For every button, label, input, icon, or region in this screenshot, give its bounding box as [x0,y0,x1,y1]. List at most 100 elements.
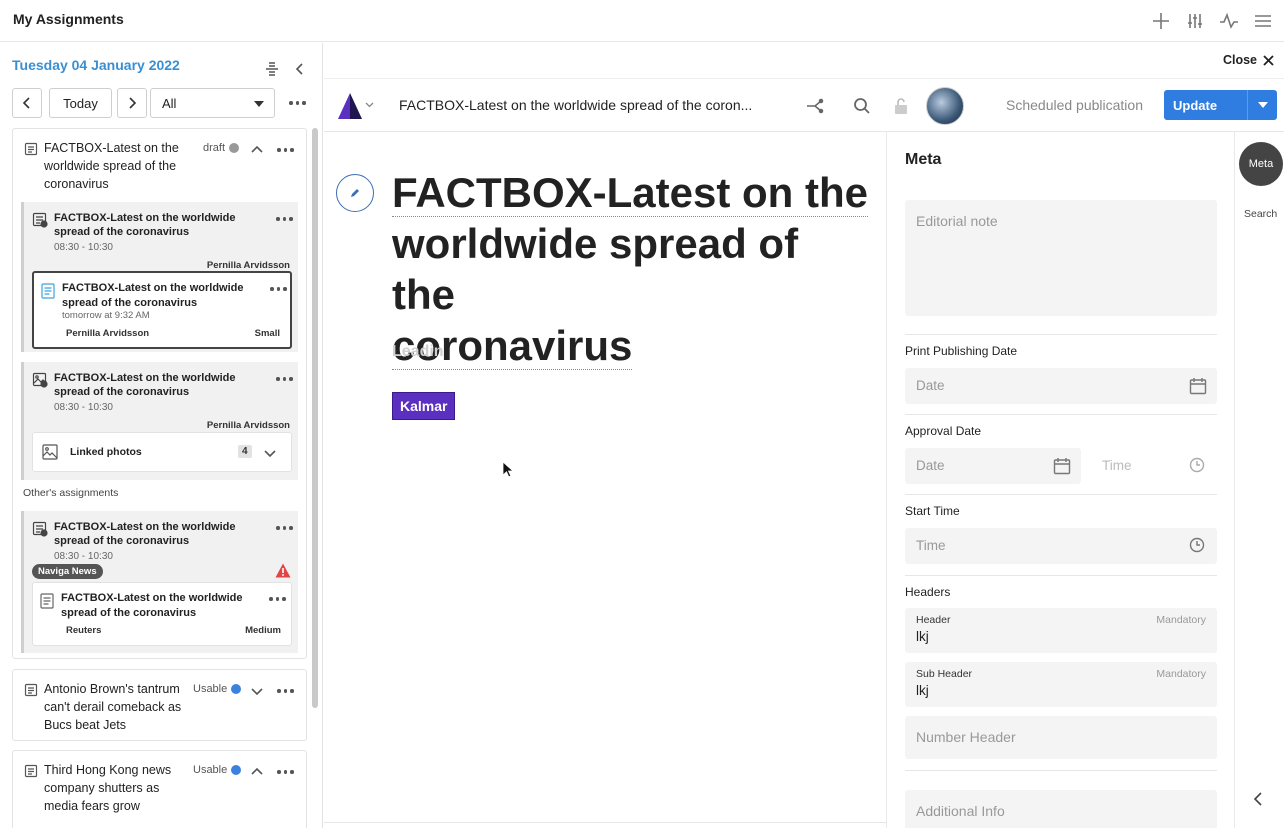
article-more-icon[interactable] [270,287,287,291]
close-button[interactable]: Close [1223,53,1274,67]
search-tab[interactable]: Search [1244,208,1277,220]
approval-date-input[interactable]: Date [905,448,1081,484]
article-more-icon[interactable] [269,597,286,601]
sub-header-field-label: Sub Header [916,668,973,680]
assignment-card[interactable]: FACTBOX-Latest on the worldwide spread o… [21,362,298,480]
share-icon[interactable] [806,97,824,115]
headline-input[interactable]: FACTBOX-Latest on the worldwide spread o… [392,167,872,371]
article-size: Medium [245,625,281,636]
card-time: 08:30 - 10:30 [54,551,113,562]
user-avatar[interactable] [926,87,964,125]
sub-header-input[interactable]: Sub Header Mandatory lkj [905,662,1217,707]
clock-icon[interactable] [1189,537,1207,555]
status-dot [231,765,242,775]
caret-down-icon [254,101,264,107]
chevron-up-icon[interactable] [251,143,263,155]
leadin-input[interactable]: Leadin [392,343,444,361]
location-tag[interactable]: Kalmar [392,392,456,420]
article-time: tomorrow at 9:32 AM [62,310,150,321]
more-options-icon[interactable] [289,101,306,105]
app-header: My Assignments [0,0,1284,42]
card-more-icon[interactable] [276,377,293,381]
pencil-icon [351,189,359,197]
sub-header-value: lkj [916,683,929,698]
additional-info-input[interactable]: Additional Info [905,790,1217,828]
divider [905,494,1217,495]
prev-day-button[interactable] [12,88,42,118]
update-button[interactable]: Update [1164,90,1277,120]
card-time: 08:30 - 10:30 [54,242,113,253]
filter-value: All [162,95,177,111]
article-size: Small [254,328,280,339]
sliders-icon[interactable] [1184,10,1206,32]
number-header-input[interactable]: Number Header [905,716,1217,759]
divider [324,822,886,823]
assignment-group[interactable]: Antonio Brown's tantrum can't derail com… [12,669,307,741]
approval-time-input[interactable]: Time [1091,448,1217,484]
filter-select[interactable]: All [150,88,275,118]
caret-down-icon [1257,102,1268,108]
status-dot [231,684,242,694]
calendar-icon[interactable] [1053,457,1071,475]
source-badge: Naviga News [32,564,103,579]
chevron-up-icon[interactable] [251,765,263,777]
chevron-left-icon[interactable] [1253,792,1263,811]
lock-open-icon[interactable] [893,97,911,115]
article-body: FACTBOX-Latest on the worldwide spread o… [324,132,886,822]
app-title: My Assignments [13,11,124,27]
linked-photos-label: Linked photos [70,446,142,458]
article-source: Reuters [66,625,102,636]
assignment-group[interactable]: FACTBOX-Latest on the worldwide spread o… [12,128,307,659]
chevron-right-icon [129,97,137,109]
chevron-down-icon[interactable] [264,446,276,464]
article-card[interactable]: FACTBOX-Latest on the worldwide spread o… [32,582,292,646]
update-options-button[interactable] [1247,90,1277,120]
article-card-active[interactable]: FACTBOX-Latest on the worldwide spread o… [32,271,292,349]
status-badge: draft [203,142,240,154]
card-more-icon[interactable] [276,217,293,221]
next-day-button[interactable] [117,88,147,118]
other-assignment-card[interactable]: FACTBOX-Latest on the worldwide spread o… [21,511,298,653]
card-author: Pernilla Arvidsson [206,260,290,271]
time-placeholder: Time [916,538,946,553]
assignment-group[interactable]: Third Hong Kong news company shutters as… [12,750,307,828]
status-label: Usable [193,764,228,776]
plus-icon[interactable] [1150,10,1172,32]
collapse-panel-icon[interactable] [292,61,308,77]
mouse-cursor-icon [502,461,515,483]
card-more-icon[interactable] [276,526,293,530]
linked-photos-row[interactable]: Linked photos 4 [32,432,292,472]
calendar-icon[interactable] [1189,377,1207,395]
article-author: Pernilla Arvidsson [66,328,150,339]
compact-view-icon[interactable] [264,61,280,77]
scheduled-publication-label[interactable]: Scheduled publication [1006,97,1143,113]
list-scrollbar[interactable] [312,128,318,708]
group-more-icon[interactable] [277,770,294,774]
article-icon [41,283,55,299]
header-icons [1150,10,1274,32]
divider [905,575,1217,576]
header-field-label: Header [916,614,951,626]
start-time-input[interactable]: Time [905,528,1217,564]
headers-label: Headers [905,585,951,599]
group-more-icon[interactable] [277,689,294,693]
search-icon[interactable] [853,97,871,115]
edit-pencil-button[interactable] [336,174,374,212]
menu-icon[interactable] [1252,10,1274,32]
group-more-icon[interactable] [277,148,294,152]
chevron-down-icon[interactable] [251,684,263,696]
today-button[interactable]: Today [49,88,112,118]
clock-icon[interactable] [1189,457,1207,475]
activity-icon[interactable] [1218,10,1240,32]
date-placeholder: Date [916,458,945,473]
brand-logo-menu[interactable] [336,92,374,125]
meta-tab[interactable]: Meta [1239,142,1283,186]
print-publishing-date-input[interactable]: Date [905,368,1217,404]
header-input[interactable]: Header Mandatory lkj [905,608,1217,653]
print-publishing-date-label: Print Publishing Date [905,344,1018,358]
card-author: Pernilla Arvidsson [206,420,290,431]
planner-panel: Tuesday 04 January 2022 Today All FACTBO… [0,43,323,828]
editorial-note-input[interactable]: Editorial note [905,200,1217,316]
start-time-label: Start Time [905,504,960,518]
assignment-card[interactable]: FACTBOX-Latest on the worldwide spread o… [21,202,298,352]
